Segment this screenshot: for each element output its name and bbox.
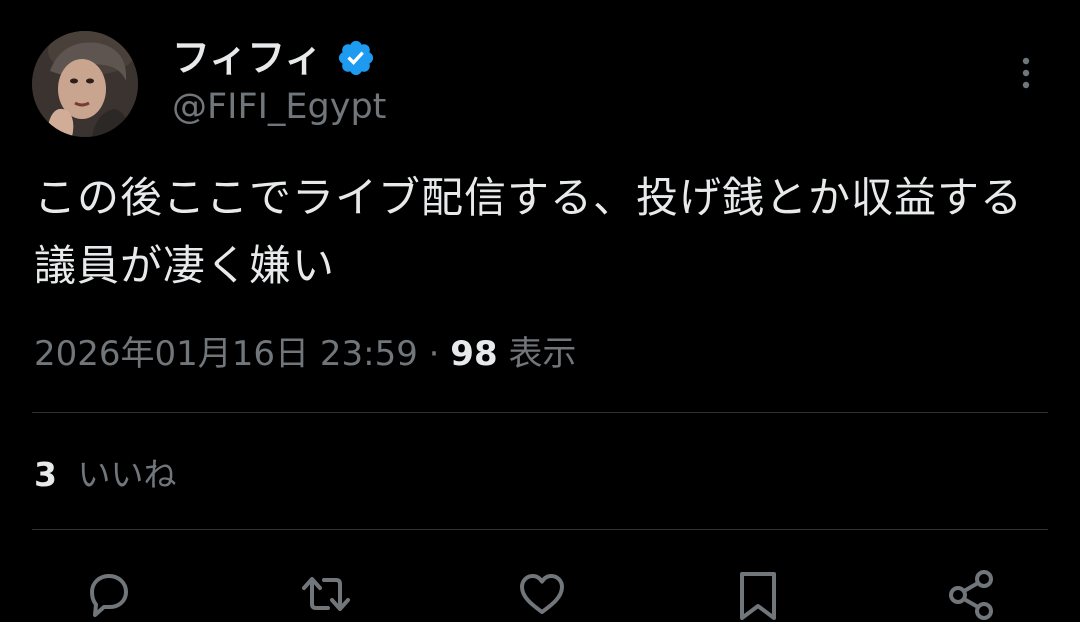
more-options-icon[interactable]: [1012, 55, 1040, 95]
tweet-meta: 2026年01月16日 23:59 · 98 表示: [34, 330, 576, 378]
likes-count: 3: [34, 455, 57, 494]
tweet-text: この後ここでライブ配信する、投げ銭とか収益する議員が凄く嫌い: [34, 173, 1024, 290]
like-icon[interactable]: [514, 566, 570, 622]
author-name-row: フィフィ: [172, 30, 376, 86]
likes-label: いいね: [77, 455, 177, 494]
share-icon[interactable]: [944, 566, 1000, 622]
retweet-icon[interactable]: [298, 566, 354, 622]
verified-badge-icon: [339, 40, 374, 76]
avatar[interactable]: [32, 31, 138, 137]
divider: [32, 529, 1048, 530]
author-handle[interactable]: @FIFI_Egypt: [172, 86, 386, 128]
timestamp[interactable]: 2026年01月16日 23:59: [34, 334, 418, 374]
likes-summary[interactable]: 3 いいね: [34, 452, 176, 498]
display-name[interactable]: フィフィ: [172, 39, 322, 77]
avatar-image: [32, 31, 138, 137]
tweet-detail: フィフィ @FIFI_Egypt この後ここでライブ配信する、投げ銭とか収益する…: [0, 0, 1080, 622]
divider: [32, 412, 1048, 413]
views-count: 98: [450, 334, 498, 374]
reply-icon[interactable]: [80, 566, 136, 622]
meta-separator: ·: [428, 334, 440, 374]
bookmark-icon[interactable]: [730, 566, 786, 622]
views-label: 表示: [508, 334, 577, 374]
